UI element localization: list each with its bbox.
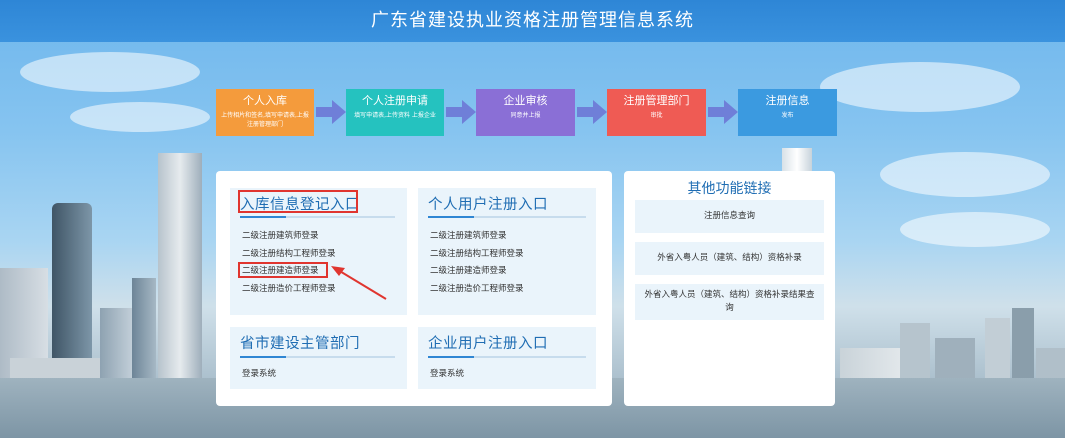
flow-arrow-icon [708, 100, 738, 124]
card-title: 企业用户注册入口 [428, 336, 548, 352]
flow-step-registration-info: 注册信息 发布 [738, 89, 837, 136]
flow-step-title: 个人入库 [243, 94, 287, 107]
flow-step-desc: 同意并上报 [510, 112, 541, 119]
link-architect-login[interactable]: 二级注册建筑师登录 [430, 228, 524, 246]
link-cost-engineer-login[interactable]: 二级注册造价工程师登录 [430, 281, 524, 299]
card-personal: 个人用户注册入口 二级注册建筑师登录 二级注册结构工程师登录 二级注册建造师登录… [418, 188, 596, 315]
main-panel: 入库信息登记入口 二级注册建筑师登录 二级注册结构工程师登录 二级注册建造师登录… [216, 171, 612, 406]
flow-arrow-icon [316, 100, 346, 124]
page-title: 广东省建设执业资格注册管理信息系统 [0, 0, 1065, 42]
flow-step-desc: 审批 [650, 112, 663, 119]
flow-step-title: 注册管理部门 [623, 94, 690, 107]
link-structural-engineer-login[interactable]: 二级注册结构工程师登录 [430, 246, 524, 264]
link-constructor-login[interactable]: 二级注册建造师登录 [430, 263, 524, 281]
link-system-login[interactable]: 登录系统 [430, 366, 464, 384]
flow-step-registration-apply: 个人注册申请 填写申请表,上传资料 上报企业 [346, 89, 444, 136]
link-out-of-province-supplement[interactable]: 外省入粤人员（建筑、结构）资格补录 [635, 242, 824, 275]
flow-arrow-icon [446, 100, 476, 124]
side-panel: 其他功能链接 注册信息查询 外省入粤人员（建筑、结构）资格补录 外省入粤人员（建… [624, 171, 835, 406]
flow-step-personal-warehouse: 个人入库 上传相片和签名,填写申请表,上报注册管理部门 [216, 89, 314, 136]
flow-step-enterprise-review: 企业审核 同意并上报 [476, 89, 575, 136]
link-structural-engineer-login[interactable]: 二级注册结构工程师登录 [242, 246, 336, 264]
side-title: 其他功能链接 [687, 181, 772, 197]
flow-step-desc: 填写申请表,上传资料 上报企业 [354, 112, 436, 119]
highlight-box-link [238, 262, 328, 278]
highlight-box-title [238, 190, 358, 213]
flow-step-registration-dept: 注册管理部门 审批 [607, 89, 706, 136]
link-architect-login[interactable]: 二级注册建筑师登录 [242, 228, 336, 246]
card-title: 省市建设主管部门 [240, 336, 360, 352]
flow-step-desc: 发布 [781, 112, 794, 119]
card-city-dept: 省市建设主管部门 登录系统 [230, 327, 407, 389]
flow-arrow-icon [577, 100, 607, 124]
flow-step-title: 企业审核 [503, 94, 548, 107]
card-enterprise: 企业用户注册入口 登录系统 [418, 327, 596, 389]
link-out-of-province-supplement-result[interactable]: 外省入粤人员（建筑、结构）资格补录结果查询 [635, 284, 824, 320]
link-registration-query[interactable]: 注册信息查询 [635, 200, 824, 233]
card-title: 个人用户注册入口 [428, 197, 548, 213]
flow-step-title: 个人注册申请 [362, 94, 428, 107]
pointer-arrow-icon [331, 266, 387, 300]
link-system-login[interactable]: 登录系统 [242, 366, 276, 384]
flow-step-title: 注册信息 [765, 94, 810, 107]
link-cost-engineer-login[interactable]: 二级注册造价工程师登录 [242, 281, 336, 299]
flow-step-desc: 上传相片和签名,填写申请表,上报注册管理部门 [221, 112, 309, 128]
